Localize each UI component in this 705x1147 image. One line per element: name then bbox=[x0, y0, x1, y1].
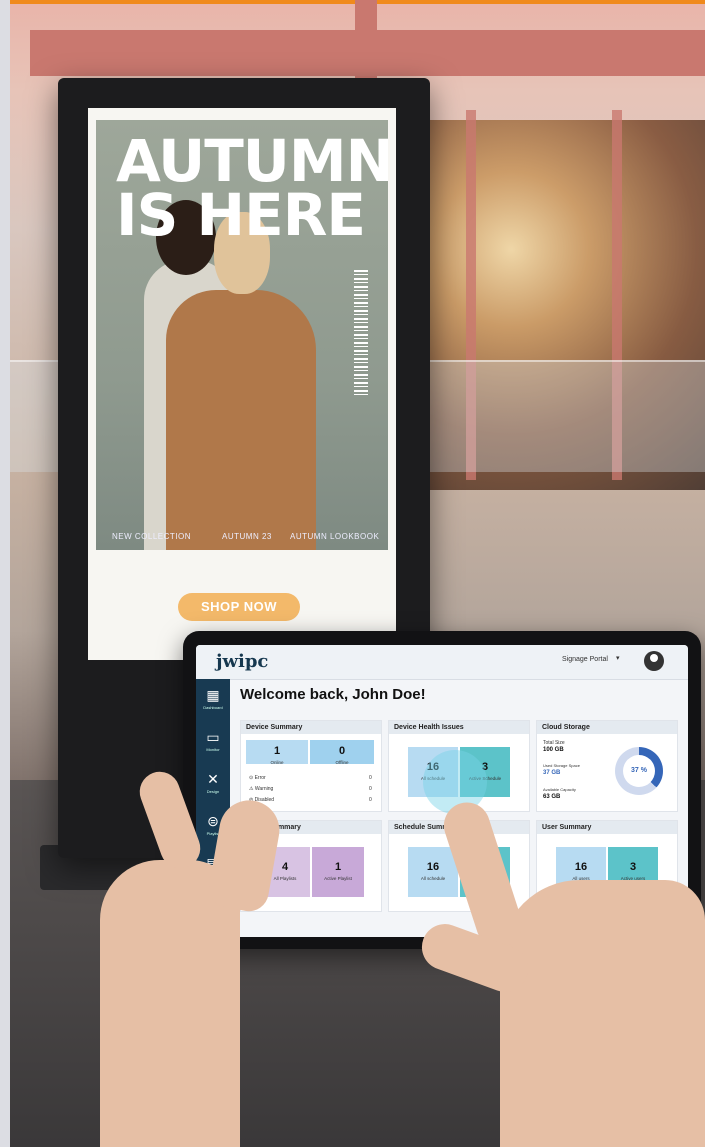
error-row: ⊙ Error bbox=[249, 775, 266, 781]
playlist-active-label: Active Playlist bbox=[324, 876, 352, 881]
user-avatar-icon[interactable] bbox=[644, 651, 664, 671]
signage-portal-dropdown[interactable]: Signage Portal bbox=[562, 656, 608, 663]
used-storage-label: Used Storage Space bbox=[543, 763, 580, 768]
disabled-value: 0 bbox=[369, 797, 372, 803]
device-summary-card[interactable]: Device Summary 1 Online 0 Offline ⊙ Erro… bbox=[240, 720, 382, 812]
total-size-value: 100 GB bbox=[543, 747, 564, 753]
mall-scene: AUTUMN IS HERE NEW COLLECTION AUTUMN 23 … bbox=[0, 0, 705, 1147]
offline-label: Offline bbox=[335, 760, 349, 765]
card-title: User Summary bbox=[537, 821, 677, 834]
sidebar-item-design[interactable]: ✕ Design bbox=[196, 771, 230, 794]
available-capacity-label: Available Capacity bbox=[543, 787, 576, 792]
caption-new-collection: NEW COLLECTION bbox=[112, 532, 192, 541]
sidebar-item-label: Dashboard bbox=[203, 705, 223, 710]
caption-lookbook: AUTUMN LOOKBOOK bbox=[290, 532, 380, 541]
online-label: Online bbox=[270, 760, 284, 765]
users-active-value: 3 bbox=[629, 861, 637, 873]
sidebar-item-label: Design bbox=[206, 789, 220, 794]
barcode-graphic bbox=[354, 270, 368, 395]
card-title: Device Health Issues bbox=[389, 721, 529, 734]
offline-stat[interactable]: 0 Offline bbox=[310, 740, 374, 765]
headline-line-2: IS HERE bbox=[116, 181, 366, 249]
storage-percent-label: 37 % bbox=[631, 767, 647, 774]
model-right bbox=[166, 290, 316, 550]
left-edge bbox=[0, 0, 10, 1147]
chevron-down-icon[interactable]: ▾ bbox=[616, 654, 620, 662]
sidebar-item-label: Monitor bbox=[206, 747, 220, 752]
page-title: Welcome back, John Doe! bbox=[240, 686, 426, 703]
schedule-all-value: 16 bbox=[426, 861, 440, 873]
schedule-all-stat[interactable]: 16 All schedule bbox=[408, 847, 458, 897]
card-title: Device Summary bbox=[241, 721, 381, 734]
error-label: Error bbox=[254, 775, 266, 781]
ceiling-pillar bbox=[355, 0, 377, 80]
sidebar-item-monitor[interactable]: ▭ Monitor bbox=[196, 729, 230, 752]
warning-label: Warning bbox=[254, 786, 274, 792]
app-logo[interactable]: jwipc bbox=[216, 651, 268, 672]
card-title: Cloud Storage bbox=[537, 721, 677, 734]
warning-row: ⚠ Warning bbox=[249, 786, 274, 792]
caption-autumn-23: AUTUMN 23 bbox=[222, 532, 272, 541]
online-value: 1 bbox=[273, 745, 281, 757]
headline-line-1: AUTUMN bbox=[116, 127, 388, 195]
users-all-value: 16 bbox=[574, 861, 588, 873]
total-size-label: Total Size bbox=[543, 740, 565, 746]
error-value: 0 bbox=[369, 775, 372, 781]
monitor-icon: ▭ bbox=[206, 729, 220, 745]
dashboard-icon: ▦ bbox=[206, 687, 220, 703]
poster-photo: AUTUMN IS HERE NEW COLLECTION AUTUMN 23 … bbox=[96, 120, 388, 550]
warning-value: 0 bbox=[369, 786, 372, 792]
cloud-storage-card[interactable]: Cloud Storage Total Size 100 GB Used Sto… bbox=[536, 720, 678, 812]
used-storage-value: 37 GB bbox=[543, 770, 561, 776]
sidebar-item-dashboard[interactable]: ▦ Dashboard bbox=[196, 687, 230, 710]
shop-now-button[interactable]: SHOP NOW bbox=[178, 593, 300, 621]
poster-headline: AUTUMN IS HERE bbox=[116, 127, 388, 249]
design-icon: ✕ bbox=[207, 771, 219, 787]
online-stat[interactable]: 1 Online bbox=[246, 740, 308, 765]
playlist-active-stat[interactable]: 1 Active Playlist bbox=[312, 847, 364, 897]
right-hand bbox=[500, 880, 705, 1147]
top-accent-bar bbox=[0, 0, 705, 4]
offline-value: 0 bbox=[338, 745, 346, 757]
available-capacity-value: 63 GB bbox=[543, 794, 561, 800]
schedule-all-label: All schedule bbox=[420, 876, 446, 881]
playlist-active-value: 1 bbox=[334, 861, 342, 873]
app-header: jwipc Signage Portal ▾ bbox=[196, 645, 688, 680]
